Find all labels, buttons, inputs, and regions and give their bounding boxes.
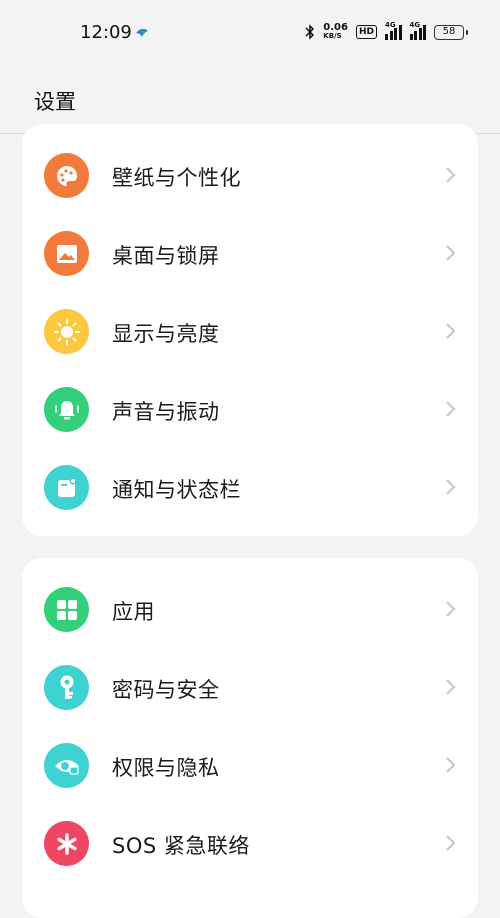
status-indicators: 0.06 KB/S HD 4G 4G 58	[305, 21, 468, 42]
sos-asterisk-icon	[44, 821, 89, 866]
chevron-right-icon	[446, 245, 456, 261]
network-speed-value: 0.06	[323, 22, 348, 33]
network-speed-unit: KB/S	[323, 32, 342, 40]
signal-strength-icon-sim2: 4G	[409, 21, 426, 40]
settings-item-label: 应用	[112, 600, 155, 624]
settings-item-apps[interactable]: 应用	[22, 570, 478, 648]
status-bar: 12:09 0.06 KB/S HD 4G 4G 58	[0, 0, 500, 66]
chevron-right-icon	[446, 401, 456, 417]
settings-item-display-brightness[interactable]: 显示与亮度	[22, 292, 478, 370]
chevron-right-icon	[446, 757, 456, 773]
app-notification-icon	[136, 28, 148, 37]
chevron-right-icon	[446, 835, 456, 851]
settings-item-label: SOS 紧急联络	[112, 834, 250, 858]
settings-item-label: 壁纸与个性化	[112, 166, 241, 190]
settings-group-personalization: 壁纸与个性化 桌面与锁屏 显示与亮度 声音与振动 通知与状态栏	[22, 124, 478, 536]
notification-icon	[44, 465, 89, 510]
settings-item-wallpaper[interactable]: 壁纸与个性化	[22, 136, 478, 214]
settings-item-label: 权限与隐私	[112, 756, 220, 780]
signal-strength-icon-sim1: 4G	[385, 21, 402, 40]
settings-item-sos-emergency[interactable]: SOS 紧急联络	[22, 804, 478, 882]
palette-icon	[44, 153, 89, 198]
battery-icon: 58	[434, 24, 468, 40]
settings-item-label: 通知与状态栏	[112, 478, 241, 502]
settings-item-label: 桌面与锁屏	[112, 244, 220, 268]
bluetooth-icon	[305, 24, 315, 40]
settings-item-label: 密码与安全	[112, 678, 220, 702]
page-title: 设置	[34, 90, 76, 114]
image-icon	[44, 231, 89, 276]
chevron-right-icon	[446, 323, 456, 339]
settings-item-label: 声音与振动	[112, 400, 220, 424]
chevron-right-icon	[446, 601, 456, 617]
network-type-label: 4G	[409, 21, 421, 29]
settings-group-system: 应用 密码与安全 权限与隐私 SOS 紧急联络	[22, 558, 478, 918]
network-type-label: 4G	[385, 21, 396, 29]
settings-item-notifications-statusbar[interactable]: 通知与状态栏	[22, 448, 478, 526]
settings-item-label: 显示与亮度	[112, 322, 220, 346]
settings-item-permissions-privacy[interactable]: 权限与隐私	[22, 726, 478, 804]
key-icon	[44, 665, 89, 710]
chevron-right-icon	[446, 167, 456, 183]
settings-item-password-security[interactable]: 密码与安全	[22, 648, 478, 726]
apps-grid-icon	[44, 587, 89, 632]
sun-icon	[44, 309, 89, 354]
bell-icon	[44, 387, 89, 432]
hd-voice-badge: HD	[355, 25, 377, 39]
network-speed: 0.06 KB/S	[323, 23, 348, 41]
settings-item-desktop-lockscreen[interactable]: 桌面与锁屏	[22, 214, 478, 292]
privacy-eye-icon	[44, 743, 89, 788]
battery-level: 58	[442, 25, 456, 37]
chevron-right-icon	[446, 679, 456, 695]
status-time: 12:09	[80, 22, 132, 43]
chevron-right-icon	[446, 479, 456, 495]
settings-item-sound-vibration[interactable]: 声音与振动	[22, 370, 478, 448]
